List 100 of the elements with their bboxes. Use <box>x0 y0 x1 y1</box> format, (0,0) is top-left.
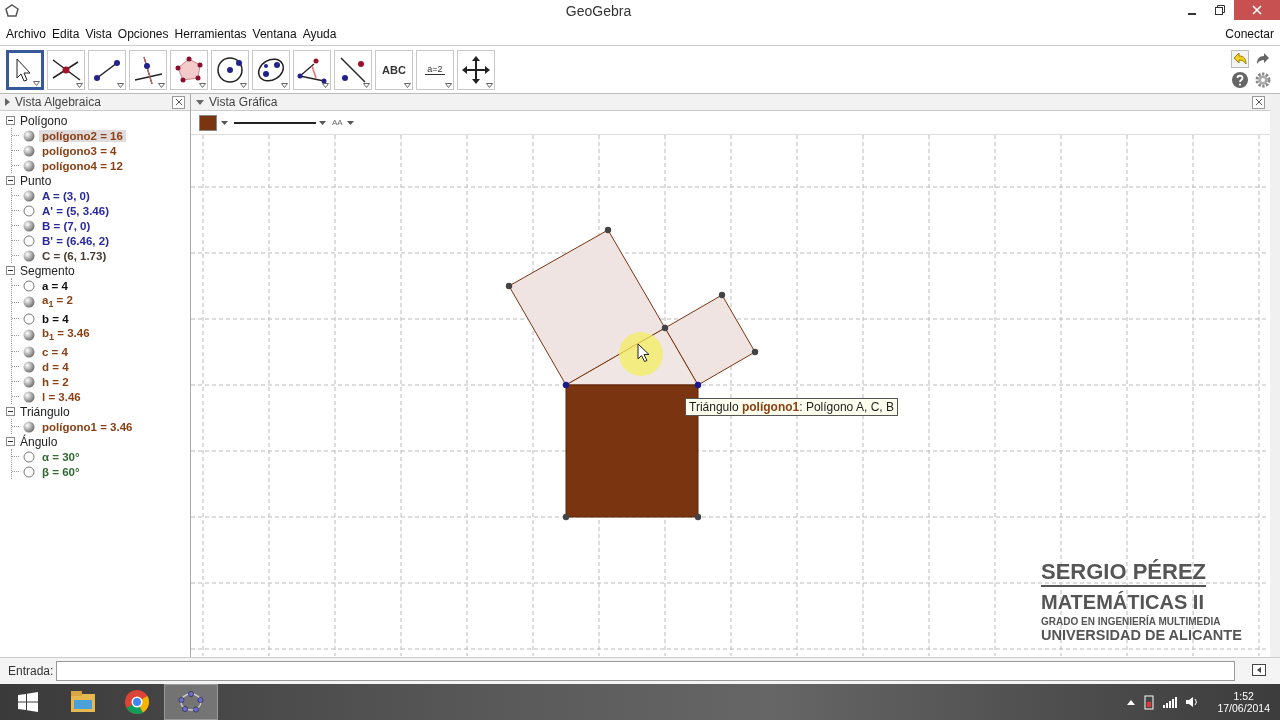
algebra-item[interactable]: polígono1 = 3.46 <box>39 420 136 433</box>
battery-icon[interactable] <box>1143 694 1156 710</box>
keyboard-toggle-icon <box>1252 663 1266 676</box>
caret-icon <box>322 82 329 88</box>
collapse-icon[interactable] <box>6 437 15 446</box>
caret-icon <box>404 82 411 88</box>
visibility-toggle[interactable] <box>23 390 35 403</box>
menu-item[interactable]: Herramientas <box>171 26 250 41</box>
menu-item[interactable]: Ayuda <box>299 26 340 41</box>
settings-button[interactable] <box>1254 71 1272 89</box>
close-icon <box>1254 98 1263 106</box>
help-button[interactable] <box>1231 71 1249 89</box>
collapse-icon[interactable] <box>6 407 15 416</box>
line-style-picker[interactable] <box>234 119 326 126</box>
speaker-icon[interactable] <box>1185 696 1200 708</box>
caret-icon <box>76 82 83 88</box>
visibility-toggle[interactable] <box>23 159 35 172</box>
undo-button[interactable] <box>1231 50 1249 68</box>
restore-icon <box>1215 5 1225 15</box>
overlay-text: MATEMÁTICAS II <box>1041 591 1205 614</box>
group-label: Triángulo <box>20 404 70 419</box>
pentagon-icon <box>177 688 205 716</box>
caret-icon <box>486 82 493 88</box>
overlay-text: UNIVERSIDAD DE ALICANTE <box>1041 627 1242 643</box>
algebra-item[interactable]: polígono3 = 4 <box>39 144 120 157</box>
visibility-toggle[interactable] <box>23 279 35 292</box>
visibility-toggle[interactable] <box>23 329 35 341</box>
visibility-toggle[interactable] <box>23 420 35 433</box>
caret-icon <box>445 82 452 88</box>
close-button[interactable] <box>172 95 185 109</box>
tool-button[interactable]: a=2 <box>416 49 454 90</box>
visibility-toggle[interactable] <box>23 375 35 388</box>
menu-item[interactable]: Opciones <box>114 26 172 41</box>
algebra-item[interactable]: h = 2 <box>39 375 72 388</box>
tool-button[interactable]: ABC <box>375 49 413 90</box>
group-label: Punto <box>20 173 52 188</box>
caret-icon <box>240 82 247 88</box>
visibility-toggle[interactable] <box>23 360 35 373</box>
text-size-picker[interactable]: AA <box>332 118 354 127</box>
visibility-toggle[interactable] <box>23 129 35 142</box>
tooltip: Triángulo polígono1: Polígono A, C, B <box>685 398 898 416</box>
caret-icon <box>33 80 40 86</box>
algebra-item[interactable]: B = (7, 0) <box>39 219 94 232</box>
algebra-item[interactable]: B' = (6.46, 2) <box>39 234 112 247</box>
algebra-item[interactable]: a$_{1}$ = 2 <box>39 294 76 310</box>
algebra-item[interactable]: b$_{1}$ = 3.46 <box>39 327 93 343</box>
visibility-toggle[interactable] <box>23 296 35 308</box>
signal-icon[interactable] <box>1163 696 1178 708</box>
group-label: Ángulo <box>20 434 58 449</box>
algebra-item[interactable]: A' = (5, 3.46) <box>39 204 112 217</box>
windows-icon <box>18 692 38 712</box>
visibility-toggle[interactable] <box>23 312 35 325</box>
chevron-icon[interactable] <box>1127 699 1136 705</box>
visibility-toggle[interactable] <box>23 345 35 358</box>
input-field[interactable] <box>56 661 1235 681</box>
algebra-item[interactable]: α = 30° <box>39 450 83 463</box>
caret-icon <box>199 82 206 88</box>
collapse-icon[interactable] <box>6 116 15 125</box>
visibility-toggle[interactable] <box>23 450 35 463</box>
caret-icon <box>117 82 124 88</box>
expand-icon[interactable] <box>5 98 10 106</box>
algebra-item[interactable]: d = 4 <box>39 360 72 373</box>
algebra-item[interactable]: l = 3.46 <box>39 390 84 403</box>
algebra-item[interactable]: polígono2 = 16 <box>39 129 126 142</box>
clock-time: 1:52 <box>1233 690 1254 702</box>
algebra-item[interactable]: b = 4 <box>39 312 72 325</box>
overlay-text: SERGIO PÉREZ <box>1041 559 1207 587</box>
browser-icon <box>123 688 151 716</box>
visibility-toggle[interactable] <box>23 204 35 217</box>
algebra-item[interactable]: c = 4 <box>39 345 71 358</box>
color-picker[interactable] <box>199 114 228 131</box>
visibility-toggle[interactable] <box>23 465 35 478</box>
mouse-cursor-icon <box>637 343 650 362</box>
clock-date: 17/06/2014 <box>1217 702 1270 714</box>
panel-title: Vista Gráfica <box>209 95 279 109</box>
algebra-item[interactable]: polígono4 = 12 <box>39 159 126 172</box>
caret-icon <box>346 120 354 125</box>
close-button[interactable] <box>1252 95 1265 109</box>
collapse-icon[interactable] <box>6 176 15 185</box>
menu-item[interactable]: Edita <box>49 26 83 41</box>
visibility-toggle[interactable] <box>23 144 35 157</box>
menu-item[interactable]: Vista <box>82 26 115 41</box>
menu-item[interactable]: Archivo <box>3 26 49 41</box>
caret-icon <box>221 120 228 125</box>
taskbar-app[interactable] <box>164 684 218 720</box>
collapse-icon[interactable] <box>6 266 15 275</box>
caret-icon <box>281 82 288 88</box>
algebra-item[interactable]: a = 4 <box>39 279 71 292</box>
visibility-toggle[interactable] <box>23 219 35 232</box>
menu-item[interactable]: Ventana <box>249 26 300 41</box>
visibility-toggle[interactable] <box>23 249 35 262</box>
algebra-item[interactable]: A = (3, 0) <box>39 189 93 202</box>
visibility-toggle[interactable] <box>23 234 35 247</box>
algebra-item[interactable]: C = (6, 1.73) <box>39 249 110 262</box>
caret-icon <box>363 82 370 88</box>
visibility-toggle[interactable] <box>23 189 35 202</box>
app-icon <box>5 4 19 18</box>
algebra-item[interactable]: β = 60° <box>39 465 83 478</box>
tool-button[interactable] <box>6 49 44 90</box>
connect-link[interactable]: Conectar <box>1222 26 1277 41</box>
